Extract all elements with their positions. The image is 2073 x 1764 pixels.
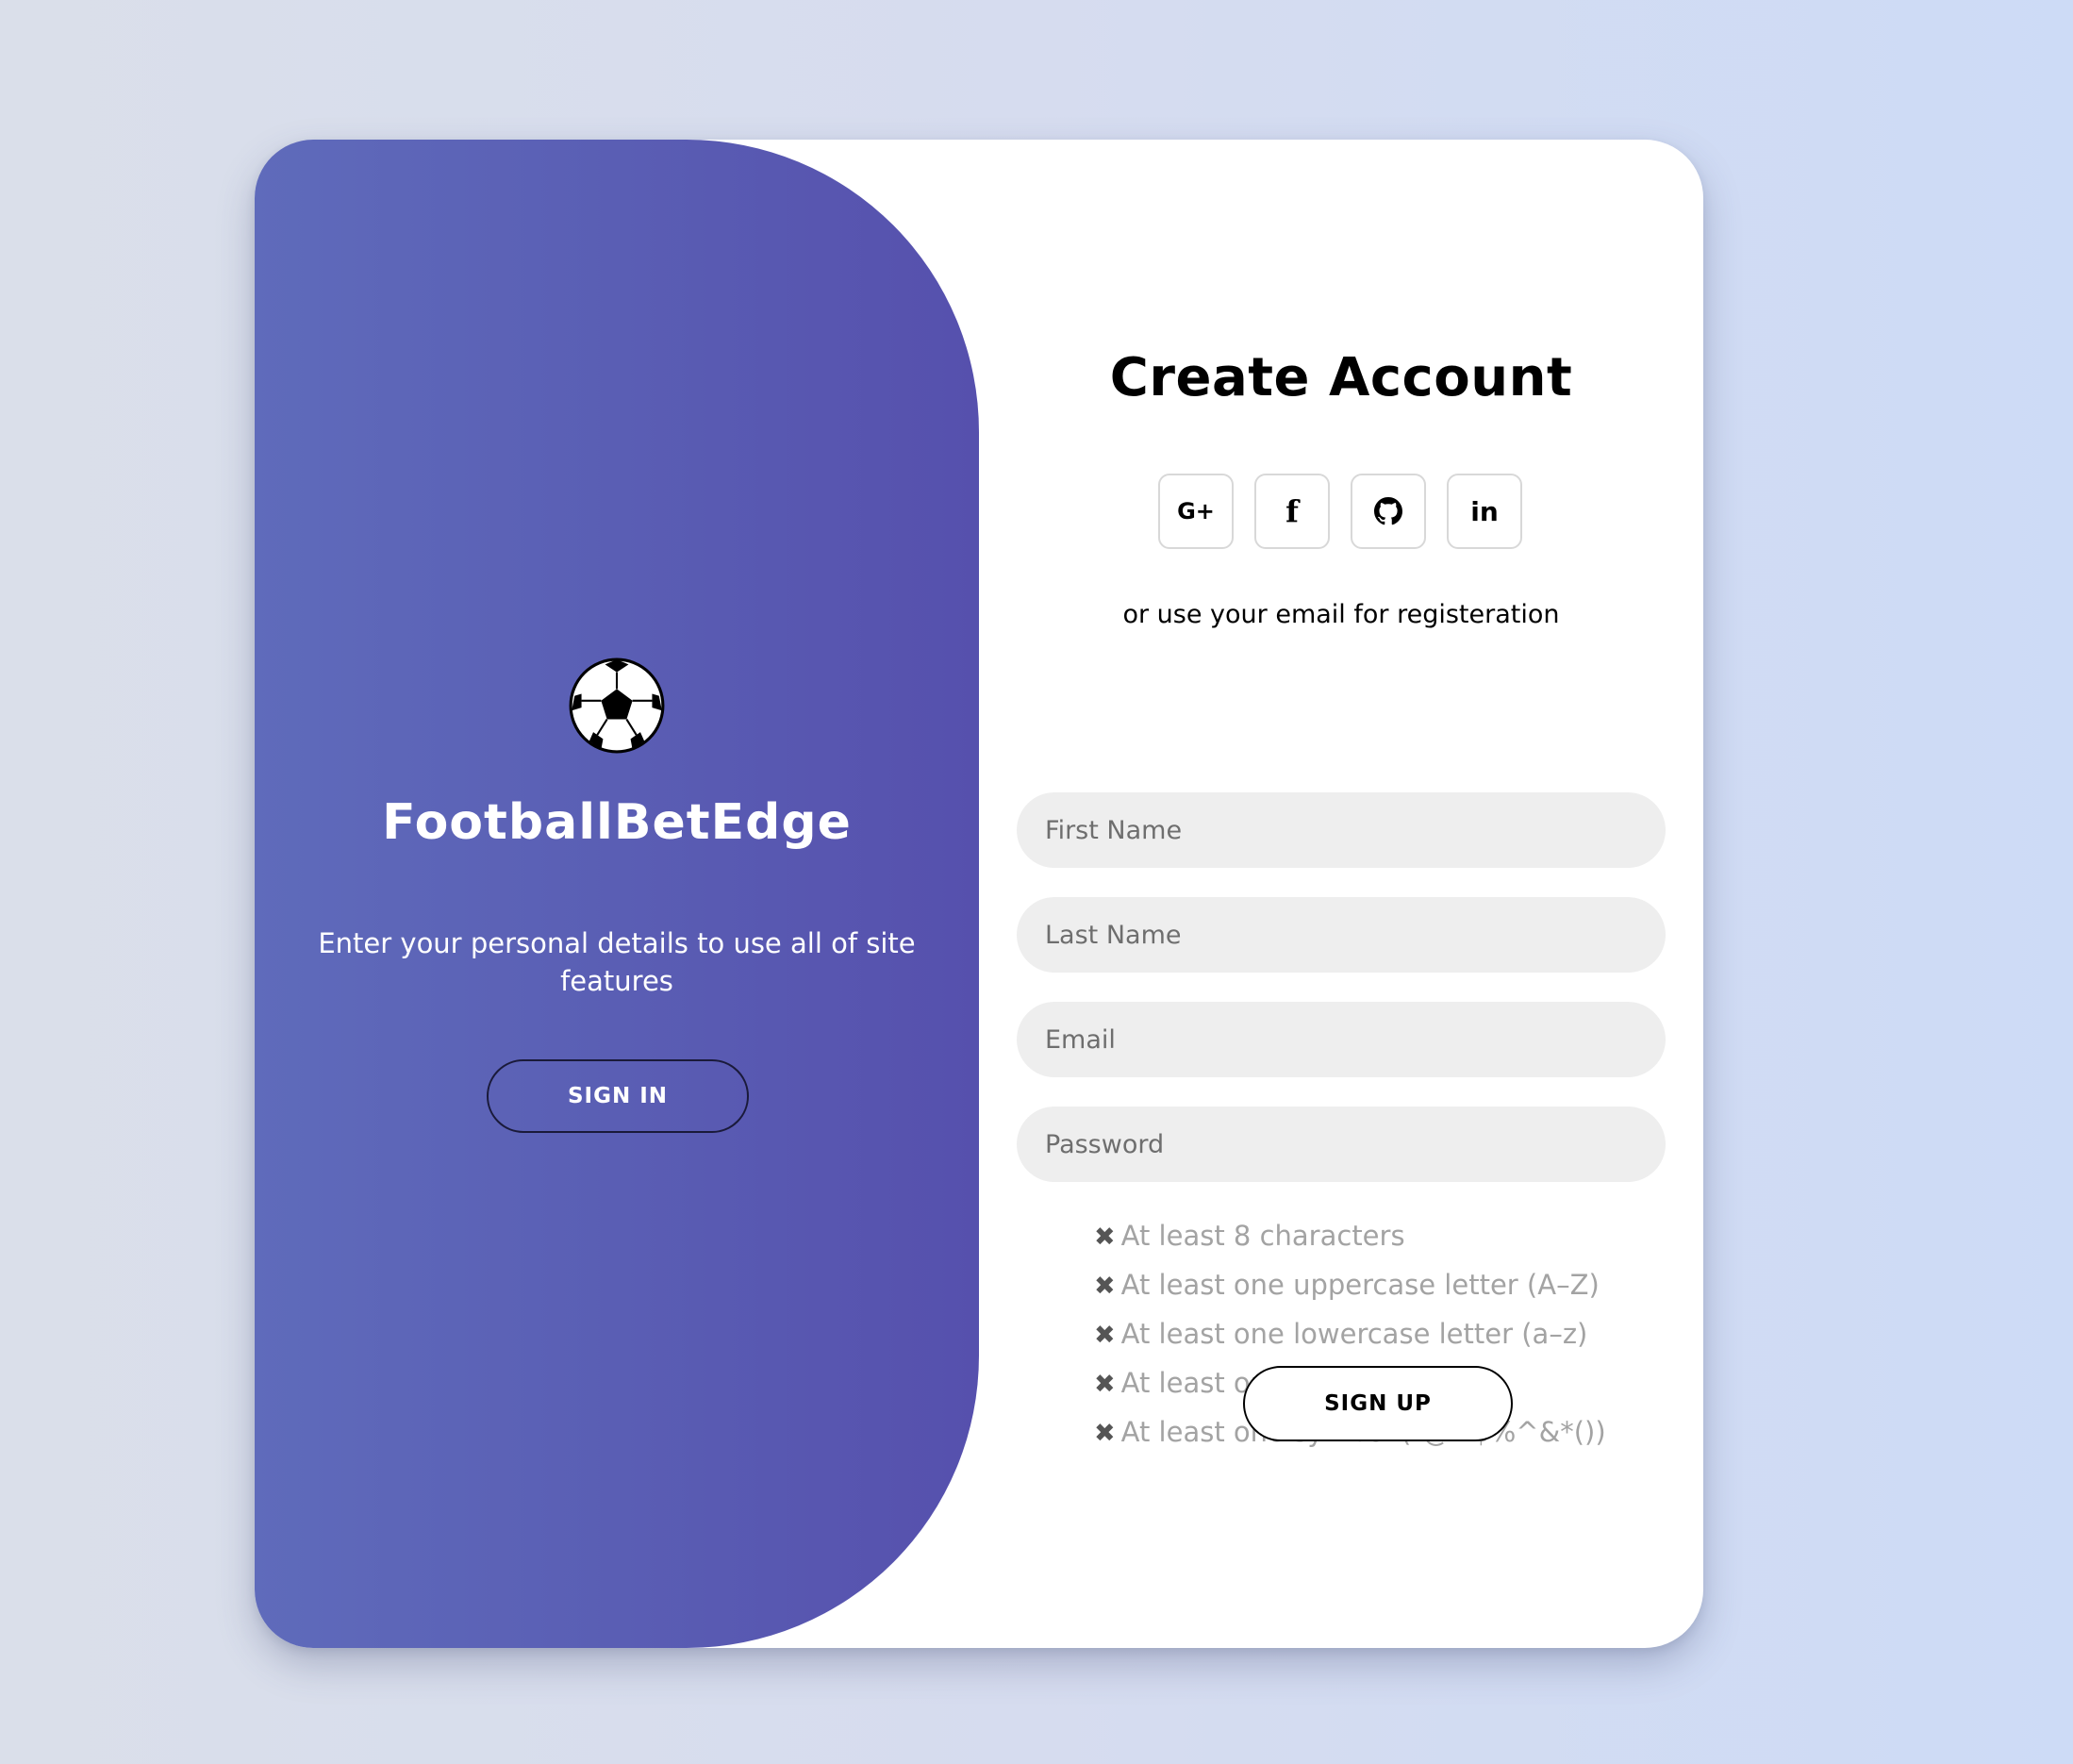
password-rule: ✖ At least 8 characters: [1094, 1220, 1405, 1252]
github-icon: [1374, 497, 1402, 525]
last-name-field[interactable]: [1017, 897, 1666, 973]
first-name-field[interactable]: [1017, 792, 1666, 868]
cross-icon: ✖: [1094, 1272, 1116, 1301]
social-login-group: G+ f in: [1158, 474, 1522, 549]
cross-icon: ✖: [1094, 1419, 1116, 1448]
cross-icon: ✖: [1094, 1370, 1116, 1399]
google-plus-button[interactable]: G+: [1158, 474, 1234, 549]
welcome-panel: FootballBetEdge Enter your personal deta…: [255, 140, 979, 1648]
linkedin-icon: in: [1470, 495, 1499, 527]
cross-icon: ✖: [1094, 1223, 1116, 1252]
alt-registration-text: or use your email for registeration: [1122, 600, 1560, 629]
brand-name: FootballBetEdge: [382, 794, 852, 851]
facebook-icon: f: [1285, 493, 1299, 529]
auth-card: FootballBetEdge Enter your personal deta…: [255, 140, 1703, 1648]
sign-in-button[interactable]: SIGN IN: [487, 1059, 749, 1133]
email-field[interactable]: [1017, 1002, 1666, 1077]
welcome-tagline: Enter your personal details to use all o…: [318, 927, 916, 997]
page-title: Create Account: [1109, 347, 1573, 408]
facebook-button[interactable]: f: [1254, 474, 1330, 549]
cross-icon: ✖: [1094, 1321, 1116, 1350]
password-field[interactable]: [1017, 1107, 1666, 1182]
password-rule: ✖ At least one uppercase letter (A–Z): [1094, 1269, 1600, 1301]
soccer-ball-icon: [569, 657, 665, 754]
google-plus-icon: G+: [1177, 498, 1215, 524]
github-button[interactable]: [1351, 474, 1426, 549]
signup-form: Create Account G+ f in or use your email…: [979, 140, 1703, 1648]
linkedin-button[interactable]: in: [1447, 474, 1522, 549]
password-rule: ✖ At least one lowercase letter (a–z): [1094, 1318, 1588, 1350]
sign-up-button[interactable]: SIGN UP: [1243, 1366, 1513, 1441]
